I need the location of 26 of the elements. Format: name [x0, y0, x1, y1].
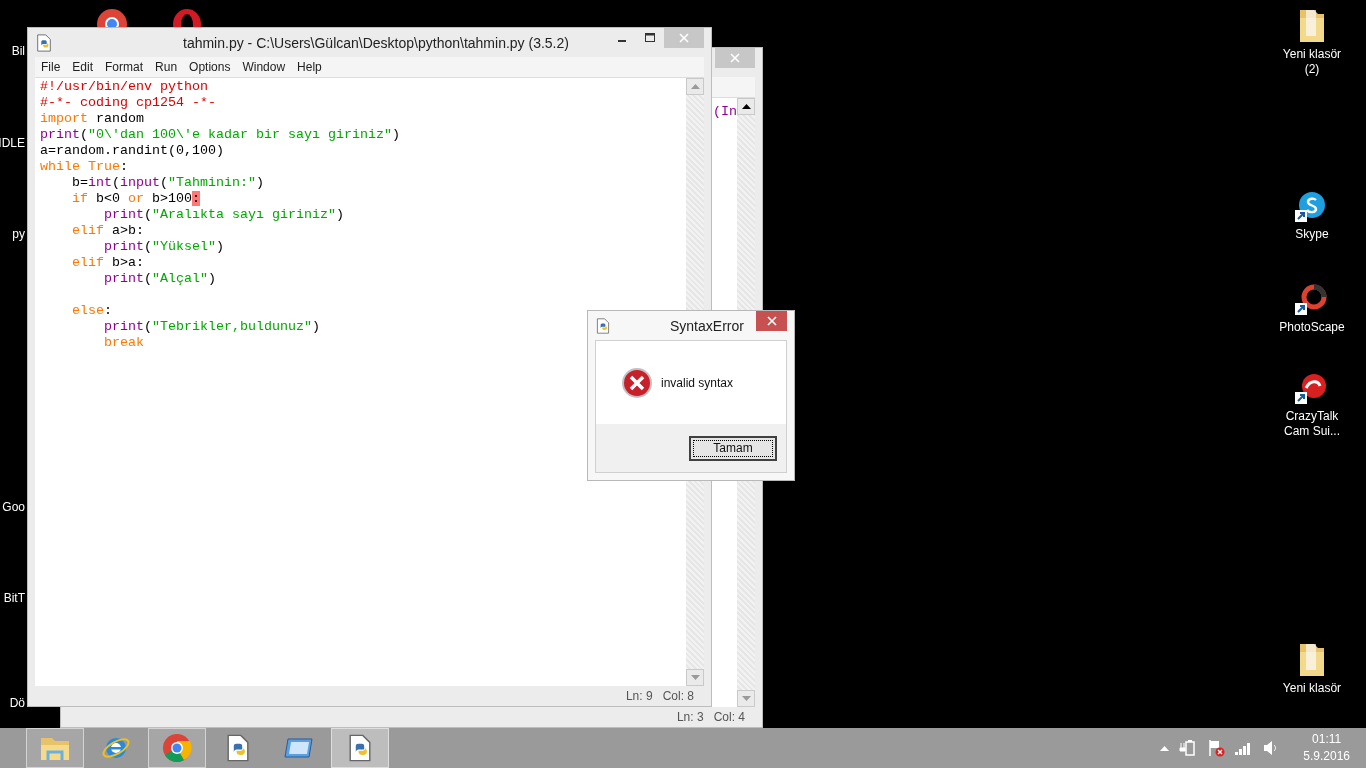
code-line: if b<0 or b>100: — [72, 191, 200, 207]
window-title: tahmin.py - C:\Users\Gülcan\Desktop\python\tahmin.py (3.5.2) — [183, 34, 569, 51]
code-line: elif b>a: — [72, 255, 144, 271]
code-line: print("Tebrikler,buldunuz") — [104, 319, 320, 335]
code-line: while True: — [40, 159, 128, 175]
code-line: print("Aralıkta sayı giriniz") — [104, 207, 344, 223]
code-line: import random — [40, 111, 144, 127]
code-line: elif a>b: — [72, 223, 144, 239]
clock-time: 01:11 — [1312, 731, 1342, 748]
code-line: print("0\'dan 100\'e kadar bir sayı giriniz") — [40, 127, 400, 143]
line-number-status: Ln: 9 — [625, 689, 653, 703]
clock-date: 5.9.2016 — [1303, 748, 1350, 765]
error-message: invalid syntax — [661, 375, 734, 390]
code-line: break — [104, 335, 144, 351]
code-line: #!/usr/bin/env python — [40, 79, 208, 95]
line-number-status: Ln: 3 — [676, 710, 704, 724]
code-line: print("Yüksel") — [104, 239, 224, 255]
code-line: a=random.randint(0,100) — [40, 143, 224, 159]
code-line: (In — [713, 104, 737, 120]
dialog-title: SyntaxError — [670, 317, 744, 334]
column-number-status: Col: 8 — [662, 689, 694, 703]
code-line: print("Alçal") — [104, 271, 216, 287]
code-line: b=int(input("Tahminin:") — [72, 175, 264, 191]
code-line: #-*- coding cp1254 -*- — [40, 95, 216, 111]
code-line: else: — [72, 303, 112, 319]
column-number-status: Col: 4 — [713, 710, 745, 724]
